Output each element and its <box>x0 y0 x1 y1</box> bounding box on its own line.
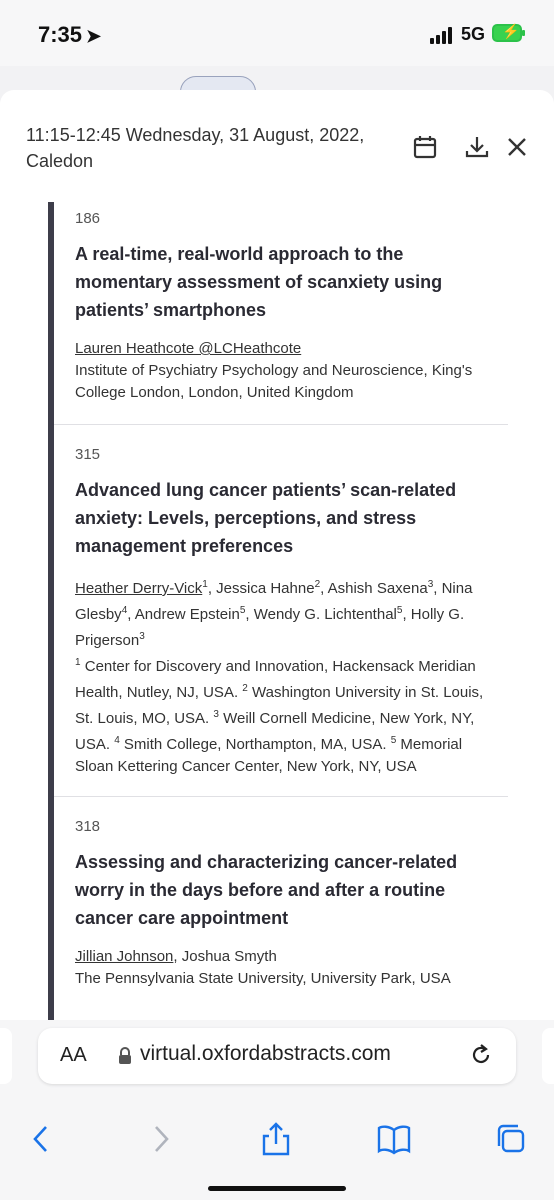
author-sup: 3 <box>139 631 145 642</box>
browser-toolbar <box>0 1110 554 1170</box>
abstract-item[interactable]: 186 A real-time, real-world approach to … <box>54 202 508 425</box>
address-bar[interactable]: AA virtual.oxfordabstracts.com <box>38 1028 516 1084</box>
close-icon[interactable] <box>504 134 530 160</box>
author-name: , Ashish Saxena <box>320 580 428 597</box>
lock-icon <box>118 1047 132 1065</box>
author-name: , Jessica Hahne <box>207 580 315 597</box>
text-size-button[interactable]: AA <box>60 1044 87 1067</box>
back-icon[interactable] <box>24 1122 60 1156</box>
affil-text: Smith College, Northampton, MA, USA. <box>119 736 391 753</box>
clock: 7:35 ➤ <box>38 22 102 47</box>
presenter-name[interactable]: Jillian Johnson <box>75 948 173 965</box>
affiliation: The Pennsylvania State University, Unive… <box>75 970 451 987</box>
reload-icon[interactable] <box>468 1042 494 1068</box>
share-icon[interactable] <box>258 1122 294 1156</box>
tabs-icon[interactable] <box>494 1122 530 1156</box>
abstract-authors: Heather Derry-Vick1, Jessica Hahne2, Ash… <box>75 574 495 778</box>
author-name: , Andrew Epstein <box>127 606 240 623</box>
abstract-number: 315 <box>75 446 101 463</box>
affiliation: Institute of Psychiatry Psychology and N… <box>75 362 473 401</box>
status-bar: 7:35 ➤ 5G ⚡ <box>0 0 554 66</box>
abstract-list: 186 A real-time, real-world approach to … <box>0 202 510 1020</box>
battery-icon: ⚡ <box>492 23 525 42</box>
forward-icon[interactable] <box>142 1122 178 1156</box>
coauthors: , Joshua Smyth <box>173 948 277 965</box>
abstract-authors: Lauren Heathcote @LCHeathcote Institute … <box>75 338 495 404</box>
abstract-title[interactable]: A real-time, real-world approach to the … <box>75 240 495 324</box>
signal-icon <box>430 26 456 44</box>
bookmarks-icon[interactable] <box>376 1122 412 1156</box>
calendar-icon[interactable] <box>412 134 438 160</box>
abstract-item[interactable]: 315 Advanced lung cancer patients’ scan-… <box>54 424 508 797</box>
abstract-item[interactable]: 318 Assessing and characterizing cancer-… <box>54 796 508 1020</box>
affiliations: 1 Center for Discovery and Innovation, H… <box>75 657 483 775</box>
abstract-title[interactable]: Assessing and characterizing cancer-rela… <box>75 848 495 932</box>
url-text[interactable]: virtual.oxfordabstracts.com <box>140 1042 391 1066</box>
session-header: 11:15-12:45 Wednesday, 31 August, 2022, … <box>26 125 365 171</box>
previous-tab-peek[interactable] <box>0 1028 12 1084</box>
next-tab-peek[interactable] <box>542 1028 554 1084</box>
abstract-number: 186 <box>75 210 101 227</box>
browser-chrome: AA virtual.oxfordabstracts.com <box>0 1020 554 1200</box>
abstract-title[interactable]: Advanced lung cancer patients’ scan-rela… <box>75 476 495 560</box>
location-arrow-icon: ➤ <box>86 26 102 46</box>
abstract-number: 318 <box>75 818 101 835</box>
author-name: , Wendy G. Lichtenthal <box>245 606 397 623</box>
download-icon[interactable] <box>464 134 490 160</box>
presenter-name[interactable]: Heather Derry-Vick <box>75 580 202 597</box>
presenter-name[interactable]: Lauren Heathcote @LCHeathcote <box>75 340 301 357</box>
abstract-authors: Jillian Johnson, Joshua Smyth The Pennsy… <box>75 946 495 990</box>
home-indicator <box>208 1186 346 1191</box>
session-modal: 11:15-12:45 Wednesday, 31 August, 2022, … <box>0 90 554 1020</box>
network-type: 5G <box>461 24 486 44</box>
